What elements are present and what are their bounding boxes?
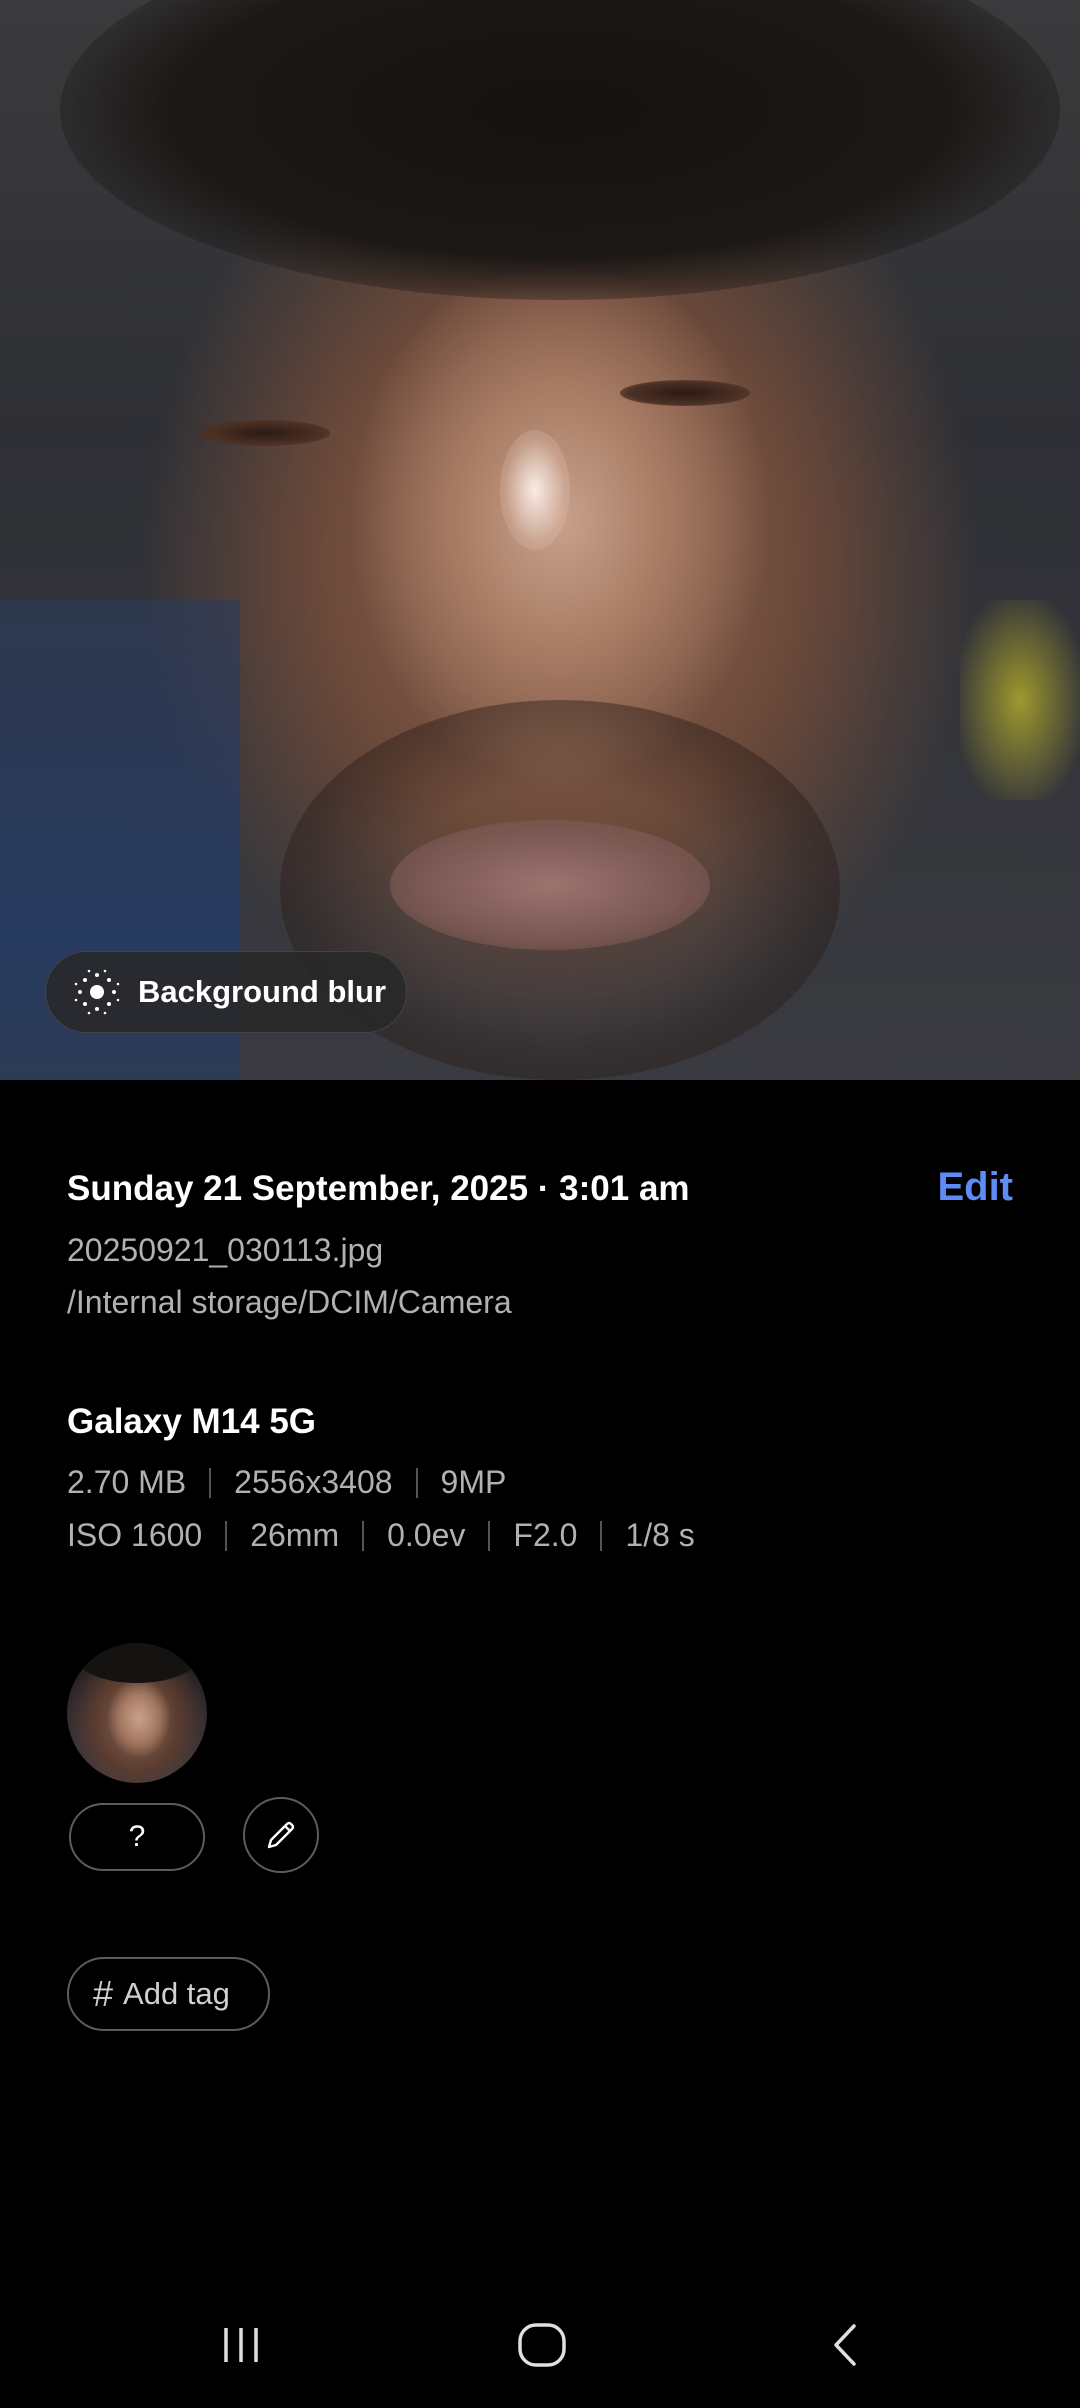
divider [362, 1520, 365, 1551]
divider [415, 1467, 418, 1498]
divider [600, 1520, 603, 1551]
file-name: 20250921_030113.jpg [67, 1232, 384, 1268]
shutter-speed: 1/8 s [625, 1517, 695, 1553]
exposure-value: 0.0ev [387, 1517, 466, 1553]
edit-name-button[interactable] [243, 1797, 319, 1873]
divider [209, 1467, 212, 1498]
pencil-icon [267, 1821, 295, 1849]
hashtag-icon: # [93, 1973, 114, 2014]
photo-hair [60, 0, 1060, 300]
iso: ISO 1600 [67, 1517, 203, 1553]
date-row: Sunday 21 September, 2025 · 3:01 am Edit [67, 1165, 1013, 1215]
file-size: 2.70 MB [67, 1464, 187, 1500]
edit-button[interactable]: Edit [937, 1165, 1013, 1210]
divider [488, 1520, 491, 1551]
navigation-bar [0, 2290, 1080, 2400]
camera-meta-row: ISO 1600 26mm 0.0ev F2.0 1/8 s [67, 1517, 695, 1554]
focal-length: 26mm [250, 1517, 340, 1553]
home-button[interactable] [502, 2310, 582, 2380]
background-blur-label: Background blur [138, 974, 387, 1009]
person-face-thumbnail[interactable] [67, 1643, 207, 1783]
photo-eye-left [200, 420, 330, 446]
photo-nose [500, 430, 570, 550]
device-name: Galaxy M14 5G [67, 1402, 317, 1441]
file-path: /Internal storage/DCIM/Camera [67, 1284, 512, 1320]
aperture: F2.0 [513, 1517, 578, 1553]
resolution: 2556x3408 [234, 1464, 393, 1500]
back-button[interactable] [805, 2310, 885, 2380]
home-icon [518, 2323, 566, 2367]
file-meta-row: 2.70 MB 2556x3408 9MP [67, 1464, 506, 1501]
unknown-person-button[interactable]: ? [69, 1803, 205, 1871]
megapixels: 9MP [440, 1464, 507, 1500]
photo-background-right [960, 600, 1080, 800]
recents-icon [224, 2328, 258, 2362]
photo-mouth [390, 820, 710, 950]
background-blur-icon [74, 969, 120, 1015]
add-tag-button[interactable]: # Add tag [67, 1957, 270, 2031]
photo-preview[interactable] [0, 0, 1080, 1080]
photo-eye-right [620, 380, 750, 406]
background-blur-button[interactable]: Background blur [45, 951, 407, 1033]
recents-button[interactable] [201, 2310, 281, 2380]
back-icon [834, 2324, 856, 2366]
date-time: Sunday 21 September, 2025 · 3:01 am [67, 1169, 690, 1208]
divider [225, 1520, 228, 1551]
add-tag-label: Add tag [123, 1976, 230, 2011]
thumbnail-hair [77, 1643, 197, 1683]
